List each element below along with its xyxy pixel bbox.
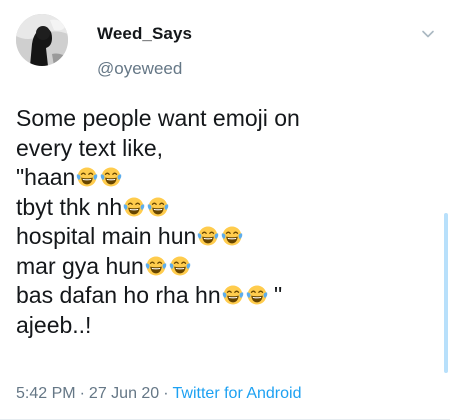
face-with-tears-of-joy-icon xyxy=(147,197,169,216)
tweet-line-text: ajeeb..! xyxy=(16,311,92,338)
face-with-tears-of-joy-icon xyxy=(222,285,243,305)
face-with-tears-of-joy-icon xyxy=(101,167,122,187)
avatar[interactable] xyxy=(16,14,68,66)
tweet-line: ajeeb..! xyxy=(16,311,436,341)
tweet-line: hospital main hun xyxy=(16,222,436,252)
face-with-tears-of-joy-icon xyxy=(222,226,243,246)
tweet-line-text: "haan xyxy=(16,164,76,190)
tweet-line-text: mar gya hun xyxy=(16,252,144,279)
face-with-tears-of-joy-icon xyxy=(77,167,98,187)
face-with-tears-of-joy-icon xyxy=(169,256,191,275)
tweet-line: "haan xyxy=(16,163,436,193)
tweet-line: every text like, xyxy=(16,134,436,164)
tweet-source-link[interactable]: Twitter for Android xyxy=(173,385,302,402)
meta-separator: · xyxy=(163,385,169,402)
author-handle[interactable]: @oyeweed xyxy=(97,59,182,79)
tweet-line: bas dafan ho rha hn " xyxy=(16,281,436,311)
meta-separator: · xyxy=(79,385,85,402)
face-with-tears-of-joy-icon xyxy=(123,197,145,216)
tweet-time[interactable]: 5:42 PM xyxy=(16,385,76,402)
face-with-tears-of-joy-icon xyxy=(246,285,267,305)
tweet-line: Some people want emoji on xyxy=(16,104,436,134)
tweet-line-text: Some people want emoji on xyxy=(16,105,300,131)
tweet-date[interactable]: 27 Jun 20 xyxy=(89,385,159,402)
scrollbar[interactable] xyxy=(444,213,448,373)
tweet-line-text: every text like, xyxy=(16,134,163,161)
tweet-line: tbyt thk nh xyxy=(16,193,436,223)
tweet-line-text: hospital main hun xyxy=(16,223,197,249)
chevron-down-icon[interactable] xyxy=(420,26,436,42)
tweet-meta: 5:42 PM · 27 Jun 20 · Twitter for Android xyxy=(16,385,301,403)
tweet-line-text: tbyt thk nh xyxy=(16,193,123,220)
tweet-line-trail: " xyxy=(267,282,283,308)
tweet-line-text: bas dafan ho rha hn xyxy=(16,282,221,308)
tweet-text: Some people want emoji on every text like… xyxy=(16,104,436,340)
face-with-tears-of-joy-icon xyxy=(145,256,167,275)
tweet-card: Weed_Says @oyeweed Some people want emoj… xyxy=(0,0,450,420)
tweet-line: mar gya hun xyxy=(16,252,436,282)
face-with-tears-of-joy-icon xyxy=(198,226,219,246)
author-display-name[interactable]: Weed_Says xyxy=(97,24,192,44)
